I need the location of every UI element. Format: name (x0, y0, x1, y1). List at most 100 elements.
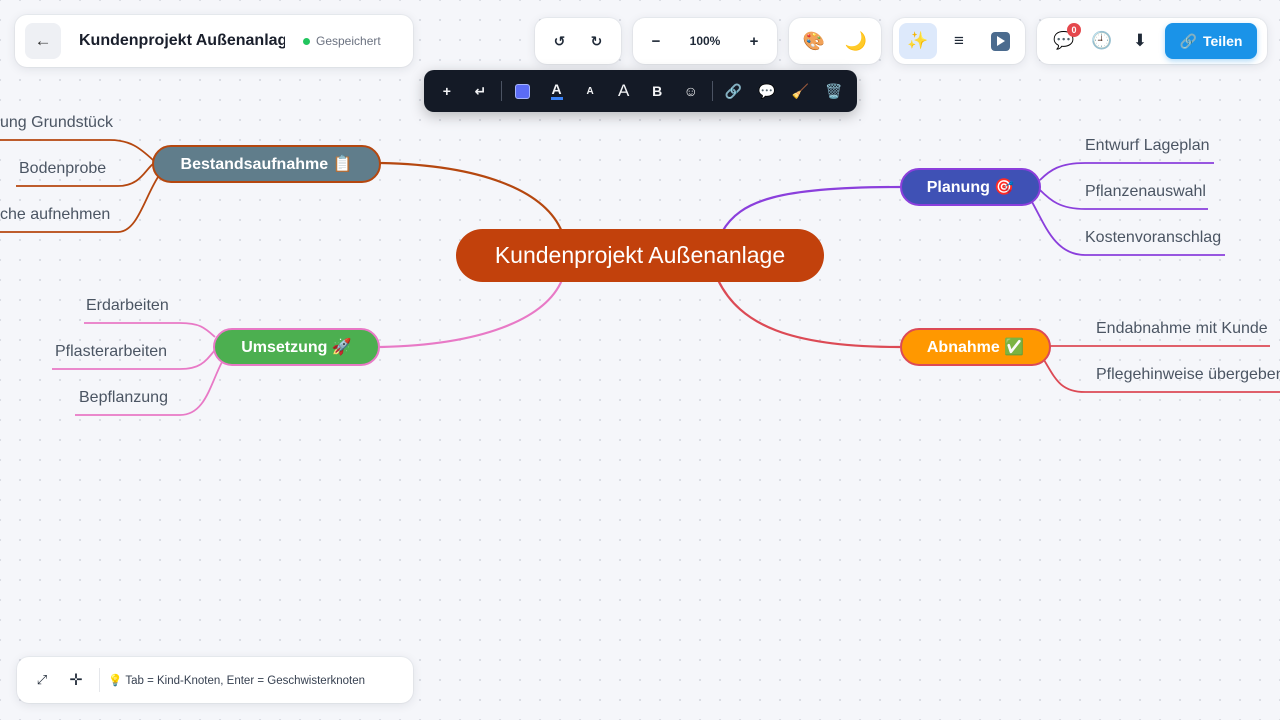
outline-button[interactable]: ≡ (940, 23, 978, 59)
expand-icon: ⤢ (36, 672, 48, 687)
view-controls: ✨ ≡ (893, 18, 1025, 64)
font-smaller-icon: A (586, 85, 594, 97)
node-format-toolbar: + ↵ A A A B ☺ 🔗 💬 🧹 🗑️ (424, 70, 857, 112)
edge-root-planung (721, 185, 901, 233)
branch-node-umsetzung[interactable]: Umsetzung 🚀 (213, 328, 380, 366)
download-icon: ⬇ (1132, 31, 1148, 50)
back-button[interactable]: ← (25, 23, 61, 59)
leaf-node[interactable]: ung Grundstück (0, 114, 113, 132)
lightbulb-icon: 💡 (108, 675, 123, 687)
bold-icon: B (652, 83, 663, 99)
text-color-bar (550, 97, 563, 100)
link-button[interactable]: 🔗 (717, 75, 751, 107)
text-color-icon: A (550, 81, 563, 100)
root-node[interactable]: Kundenprojekt Außenanlage (456, 229, 824, 282)
edge-planung-leaf-1 (1039, 162, 1214, 181)
add-child-button[interactable]: + (430, 75, 464, 107)
node-color-button[interactable] (506, 75, 540, 107)
delete-node-button[interactable]: 🗑️ (817, 75, 851, 107)
add-sibling-button[interactable]: ↵ (464, 75, 498, 107)
branch-node-label: Umsetzung 🚀 (241, 339, 352, 356)
edge-root-bestandsaufnahme (379, 161, 564, 233)
trash-icon: 🗑️ (825, 82, 843, 99)
root-node-label: Kundenprojekt Außenanlage (494, 242, 786, 268)
broom-icon: 🧹 (791, 82, 810, 99)
branch-node-label: Planung 🎯 (926, 179, 1015, 196)
leaf-node[interactable]: che aufnehmen (0, 206, 110, 224)
bold-button[interactable]: B (640, 75, 674, 107)
footer-divider (99, 668, 100, 692)
canvas-footer: ⤢ ✛ 💡 Tab = Kind-Knoten, Enter = Geschwi… (17, 657, 413, 703)
leaf-node[interactable]: Endabnahme mit Kunde (1096, 320, 1268, 338)
leaf-node[interactable]: Pflanzenauswahl (1085, 183, 1206, 201)
color-swatch-icon (515, 83, 531, 99)
save-status-label: Gespeichert (316, 34, 381, 48)
leaf-node[interactable]: Kostenvoranschlag (1085, 229, 1221, 247)
emoji-button[interactable]: ☺ (674, 75, 708, 107)
center-view-button[interactable]: ✛ (59, 663, 93, 697)
share-button[interactable]: 🔗 Teilen (1165, 23, 1257, 59)
save-status: Gespeichert (303, 34, 381, 48)
toolbar-divider (711, 81, 713, 101)
palette-icon: 🎨 (802, 30, 826, 51)
redo-button[interactable]: ↻ (580, 24, 614, 58)
leaf-node[interactable]: Bepflanzung (79, 389, 168, 407)
comment-button[interactable]: 💬 (750, 75, 784, 107)
edge-bestandsaufnahme-leaf-1 (0, 139, 154, 161)
undo-icon: ↺ (553, 32, 566, 49)
clock-icon: 🕘 (1091, 31, 1113, 50)
play-icon (990, 31, 1010, 51)
text-color-button[interactable]: A (540, 75, 574, 107)
keyboard-hint: 💡 Tab = Kind-Knoten, Enter = Geschwister… (108, 673, 365, 687)
arrow-left-icon: ← (34, 31, 52, 50)
zoom-in-button[interactable]: + (739, 24, 769, 58)
edge-root-umsetzung (379, 279, 564, 349)
branch-node-label: Bestandsaufnahme 📋 (180, 156, 353, 173)
download-button[interactable]: ⬇ (1121, 23, 1159, 59)
speech-bubble-icon: 💬 (758, 82, 776, 99)
leaf-node[interactable]: Entwurf Lageplan (1085, 137, 1210, 155)
document-header: ← Kundenprojekt Außenanlage Gespeichert (15, 15, 413, 67)
branch-node-bestandsaufnahme[interactable]: Bestandsaufnahme 📋 (152, 145, 381, 183)
branch-node-planung[interactable]: Planung 🎯 (900, 168, 1041, 206)
branch-node-label: Abnahme ✅ (926, 339, 1025, 356)
branch-node-abnahme[interactable]: Abnahme ✅ (900, 328, 1051, 366)
leaf-node[interactable]: Erdarbeiten (86, 297, 169, 315)
theme-palette-button[interactable]: 🎨 (796, 23, 832, 59)
plus-icon: + (749, 32, 759, 50)
zoom-out-button[interactable]: − (641, 24, 671, 58)
presentation-button[interactable] (981, 23, 1019, 59)
undo-button[interactable]: ↺ (543, 24, 577, 58)
leaf-node[interactable]: Pflasterarbeiten (55, 343, 167, 361)
edge-root-abnahme (717, 279, 901, 349)
crosshair-icon: ✛ (69, 672, 83, 689)
document-title[interactable]: Kundenprojekt Außenanlage (79, 32, 285, 50)
clear-format-button[interactable]: 🧹 (784, 75, 818, 107)
history-button[interactable]: 🕘 (1083, 23, 1121, 59)
status-dot-icon (303, 37, 310, 45)
action-controls: 💬 0 🕘 ⬇ 🔗 Teilen (1037, 18, 1267, 64)
font-larger-button[interactable]: A (607, 75, 641, 107)
leaf-node[interactable]: Bodenprobe (19, 160, 106, 178)
magic-button[interactable]: ✨ (898, 23, 937, 59)
return-icon: ↵ (474, 82, 487, 99)
sparkles-icon: ✨ (907, 31, 929, 50)
smiley-icon: ☺ (683, 83, 698, 99)
moon-icon: 🌙 (844, 30, 868, 51)
link-icon: 🔗 (1179, 32, 1197, 49)
font-smaller-button[interactable]: A (573, 75, 607, 107)
link-icon: 🔗 (724, 82, 743, 99)
dark-mode-button[interactable]: 🌙 (838, 23, 874, 59)
zoom-level[interactable]: 100% (690, 34, 721, 48)
comments-count-badge: 0 (1067, 23, 1081, 37)
zoom-controls: − 100% + (633, 18, 777, 64)
leaf-node[interactable]: Pflegehinweise übergeben (1096, 366, 1280, 384)
text-color-glyph: A (551, 81, 562, 97)
comments-button[interactable]: 💬 0 (1045, 23, 1083, 59)
fit-view-button[interactable]: ⤢ (25, 663, 59, 697)
share-label: Teilen (1203, 33, 1243, 49)
history-controls: ↺ ↻ (535, 18, 621, 64)
minus-icon: − (651, 32, 661, 50)
toolbar-divider (501, 81, 503, 101)
theme-controls: 🎨 🌙 (789, 18, 881, 64)
